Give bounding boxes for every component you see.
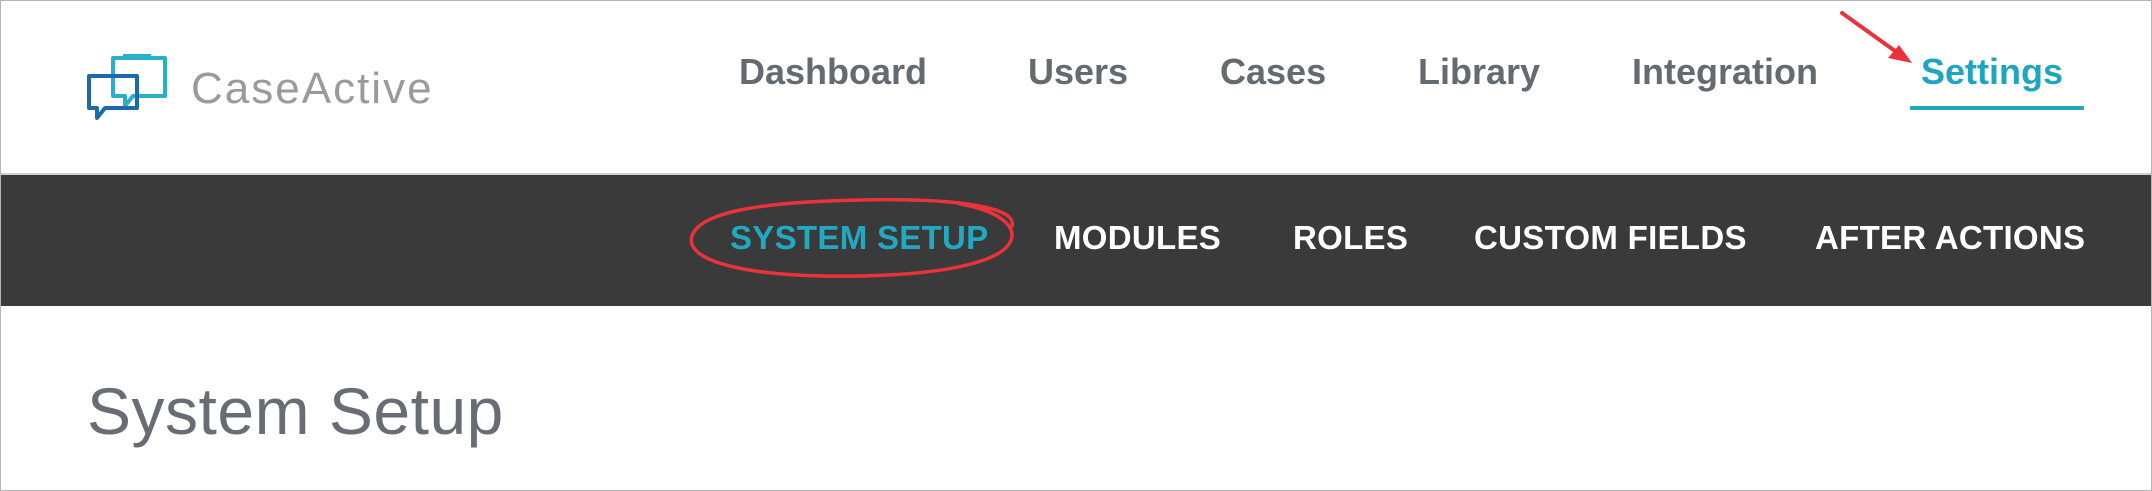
nav-item-library[interactable]: Library: [1418, 51, 1540, 93]
subnav-item-system-setup[interactable]: SYSTEM SETUP: [730, 219, 988, 257]
app-window: CaseActive Dashboard Users Cases Library…: [0, 0, 2152, 491]
top-header: CaseActive Dashboard Users Cases Library…: [1, 1, 2151, 175]
nav-item-users[interactable]: Users: [1028, 51, 1128, 93]
page-title: System Setup: [87, 374, 504, 448]
subnav-item-modules[interactable]: MODULES: [1054, 219, 1221, 257]
subnav-item-after-actions[interactable]: AFTER ACTIONS: [1815, 219, 2085, 257]
nav-item-dashboard[interactable]: Dashboard: [739, 51, 927, 93]
subnav-item-roles[interactable]: ROLES: [1293, 219, 1408, 257]
sub-nav: SYSTEM SETUP MODULES ROLES CUSTOM FIELDS…: [1, 175, 2151, 306]
nav-item-cases[interactable]: Cases: [1220, 51, 1326, 93]
subnav-item-custom-fields[interactable]: CUSTOM FIELDS: [1474, 219, 1747, 257]
nav-item-integration[interactable]: Integration: [1632, 51, 1818, 93]
main-nav: Dashboard Users Cases Library Integratio…: [1, 1, 2151, 173]
nav-item-settings[interactable]: Settings: [1921, 51, 2063, 93]
active-tab-indicator: [1910, 106, 2084, 110]
